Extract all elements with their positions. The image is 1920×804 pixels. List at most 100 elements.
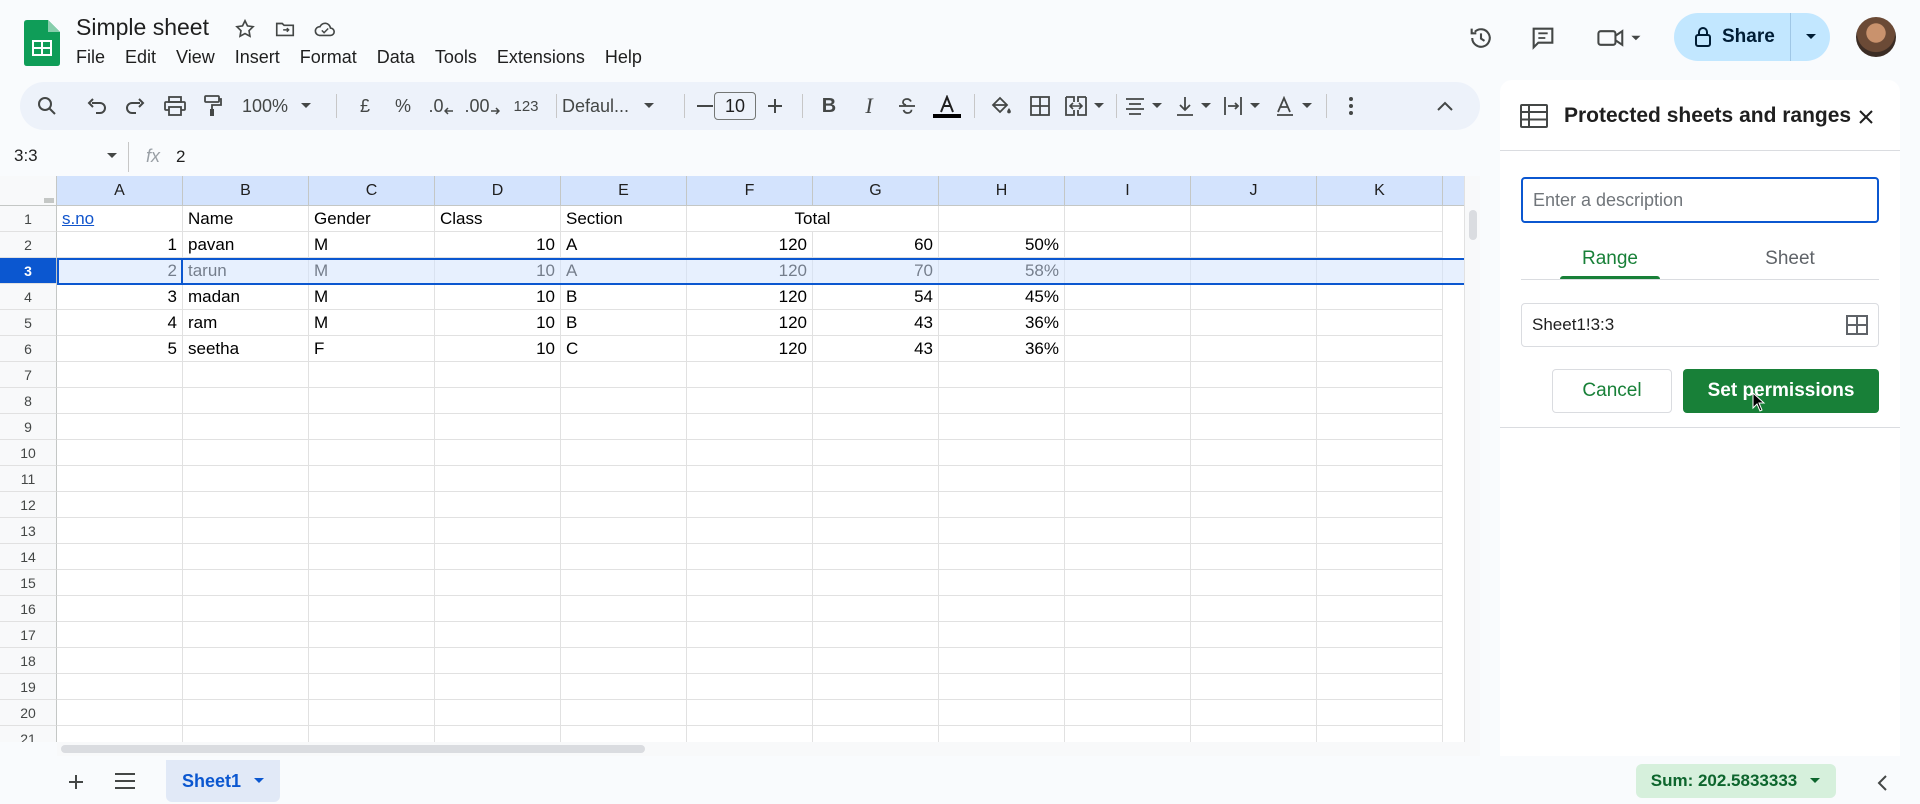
cell-c4[interactable]: M	[309, 284, 435, 310]
empty-cell[interactable]	[687, 648, 813, 674]
cell-a2[interactable]: 1	[57, 232, 183, 258]
row-header[interactable]: 18	[0, 648, 57, 674]
cell-a3[interactable]: 2	[57, 258, 183, 284]
empty-cell[interactable]	[309, 570, 435, 596]
empty-cell[interactable]	[435, 466, 561, 492]
empty-cell[interactable]	[939, 622, 1065, 648]
empty-cell[interactable]	[1065, 310, 1191, 336]
empty-cell[interactable]	[1191, 336, 1317, 362]
cell-c6[interactable]: F	[309, 336, 435, 362]
cell-c2[interactable]: M	[309, 232, 435, 258]
empty-cell[interactable]	[939, 518, 1065, 544]
empty-cell[interactable]	[1065, 492, 1191, 518]
currency-format-button[interactable]: £	[350, 82, 380, 130]
empty-cell[interactable]	[309, 492, 435, 518]
empty-cell[interactable]	[1317, 388, 1443, 414]
cell-e3[interactable]: A	[561, 258, 687, 284]
empty-cell[interactable]	[687, 544, 813, 570]
empty-cell[interactable]	[1065, 544, 1191, 570]
empty-cell[interactable]	[1191, 700, 1317, 726]
row-header[interactable]: 5	[0, 310, 57, 336]
cell-e5[interactable]: B	[561, 310, 687, 336]
row-header-selected[interactable]: 3	[0, 258, 57, 284]
column-header-k[interactable]: K	[1317, 176, 1443, 206]
empty-cell[interactable]	[813, 570, 939, 596]
empty-cell[interactable]	[939, 726, 1065, 742]
empty-cell[interactable]	[687, 570, 813, 596]
undo-icon[interactable]	[82, 82, 112, 130]
empty-cell[interactable]	[1317, 648, 1443, 674]
share-button[interactable]: Share	[1674, 13, 1830, 61]
all-sheets-icon[interactable]	[114, 772, 138, 792]
column-header-a[interactable]: A	[57, 176, 183, 206]
empty-cell[interactable]	[687, 362, 813, 388]
empty-cell[interactable]	[1065, 726, 1191, 742]
empty-cell[interactable]	[435, 674, 561, 700]
empty-cell[interactable]	[1317, 518, 1443, 544]
empty-cell[interactable]	[309, 414, 435, 440]
empty-cell[interactable]	[183, 622, 309, 648]
empty-cell[interactable]	[309, 388, 435, 414]
cell-g6[interactable]: 43	[813, 336, 939, 362]
empty-cell[interactable]	[57, 570, 183, 596]
zoom-select[interactable]: 100%	[242, 82, 326, 130]
cell-c1[interactable]: Gender	[309, 206, 435, 232]
empty-cell[interactable]	[1191, 232, 1317, 258]
empty-cell[interactable]	[687, 388, 813, 414]
sum-indicator[interactable]: Sum: 202.5833333	[1636, 764, 1836, 798]
empty-cell[interactable]	[561, 518, 687, 544]
empty-cell[interactable]	[57, 362, 183, 388]
cell-d5[interactable]: 10	[435, 310, 561, 336]
column-header-f[interactable]: F	[687, 176, 813, 206]
increase-font-size-icon[interactable]	[760, 82, 790, 130]
cell-g4[interactable]: 54	[813, 284, 939, 310]
empty-cell[interactable]	[57, 648, 183, 674]
empty-cell[interactable]	[1065, 414, 1191, 440]
cell-a4[interactable]: 3	[57, 284, 183, 310]
empty-cell[interactable]	[309, 362, 435, 388]
empty-cell[interactable]	[1065, 570, 1191, 596]
empty-cell[interactable]	[813, 700, 939, 726]
empty-cell[interactable]	[1191, 206, 1317, 232]
description-input[interactable]	[1521, 177, 1879, 223]
empty-cell[interactable]	[561, 466, 687, 492]
empty-cell[interactable]	[309, 466, 435, 492]
cell-a1[interactable]: s.no	[57, 206, 183, 232]
empty-cell[interactable]	[1065, 674, 1191, 700]
row-header[interactable]: 9	[0, 414, 57, 440]
empty-cell[interactable]	[813, 388, 939, 414]
empty-cell[interactable]	[561, 622, 687, 648]
empty-cell[interactable]	[813, 596, 939, 622]
empty-cell[interactable]	[435, 544, 561, 570]
empty-cell[interactable]	[1191, 596, 1317, 622]
row-header[interactable]: 4	[0, 284, 57, 310]
close-icon[interactable]	[1855, 106, 1877, 128]
empty-cell[interactable]	[57, 440, 183, 466]
empty-cell[interactable]	[561, 570, 687, 596]
comments-icon[interactable]	[1523, 18, 1563, 58]
empty-cell[interactable]	[1065, 596, 1191, 622]
horizontal-align-icon[interactable]	[1122, 82, 1166, 130]
empty-cell[interactable]	[1191, 726, 1317, 742]
empty-cell[interactable]	[183, 492, 309, 518]
select-range-icon[interactable]	[1846, 315, 1868, 335]
empty-cell[interactable]	[1317, 466, 1443, 492]
cell-g3[interactable]: 70	[813, 258, 939, 284]
empty-cell[interactable]	[435, 570, 561, 596]
empty-cell[interactable]	[939, 674, 1065, 700]
document-title[interactable]: Simple sheet	[76, 14, 209, 41]
cell-e1[interactable]: Section	[561, 206, 687, 232]
vertical-scrollbar[interactable]	[1464, 176, 1480, 742]
more-options-icon[interactable]	[1336, 82, 1366, 130]
empty-cell[interactable]	[57, 466, 183, 492]
empty-cell[interactable]	[561, 440, 687, 466]
empty-cell[interactable]	[1317, 362, 1443, 388]
empty-cell[interactable]	[561, 726, 687, 742]
empty-cell[interactable]	[1317, 414, 1443, 440]
row-header[interactable]: 1	[0, 206, 57, 232]
empty-cell[interactable]	[183, 362, 309, 388]
empty-cell[interactable]	[813, 544, 939, 570]
cell-h5[interactable]: 36%	[939, 310, 1065, 336]
row-header[interactable]: 10	[0, 440, 57, 466]
empty-cell[interactable]	[1191, 544, 1317, 570]
